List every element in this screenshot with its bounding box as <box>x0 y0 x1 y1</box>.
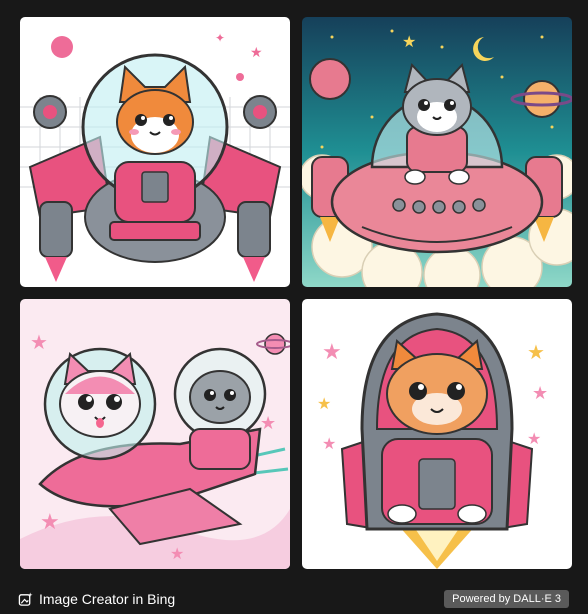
cat-rocket-capsule-illustration: ★ ★ ★ ★ ★ ★ <box>302 299 572 569</box>
generated-image-4[interactable]: ★ ★ ★ ★ ★ ★ <box>302 299 572 569</box>
footer-bar: Image Creator in Bing Powered by DALL·E … <box>0 583 588 614</box>
svg-text:★: ★ <box>30 330 48 354</box>
svg-text:★: ★ <box>322 340 342 365</box>
svg-text:★: ★ <box>527 340 545 364</box>
svg-text:★: ★ <box>40 510 60 535</box>
svg-text:★: ★ <box>402 32 416 51</box>
svg-text:★: ★ <box>322 434 336 453</box>
svg-text:★: ★ <box>532 383 548 404</box>
svg-text:★: ★ <box>260 413 276 434</box>
svg-text:✦: ✦ <box>215 31 225 45</box>
two-cats-rocket-illustration: ★ ★ ★ ★ <box>20 299 290 569</box>
cat-spaceship-illustration: ✦ ★ <box>20 17 290 287</box>
svg-text:★: ★ <box>170 544 184 563</box>
svg-text:★: ★ <box>317 394 331 413</box>
generated-image-3[interactable]: ★ ★ ★ ★ <box>20 299 290 569</box>
image-creator-link[interactable]: Image Creator in Bing <box>18 591 175 607</box>
powered-by-badge: Powered by DALL·E 3 <box>444 590 569 608</box>
brand-label: Image Creator in Bing <box>39 591 176 607</box>
cat-spaceship-clouds-illustration: ★ ★ <box>302 17 572 287</box>
generated-image-2[interactable]: ★ ★ <box>302 17 572 287</box>
svg-text:★: ★ <box>250 45 263 61</box>
image-creator-icon <box>18 591 33 606</box>
svg-text:★: ★ <box>527 429 541 448</box>
generated-image-1[interactable]: ✦ ★ <box>20 17 290 287</box>
